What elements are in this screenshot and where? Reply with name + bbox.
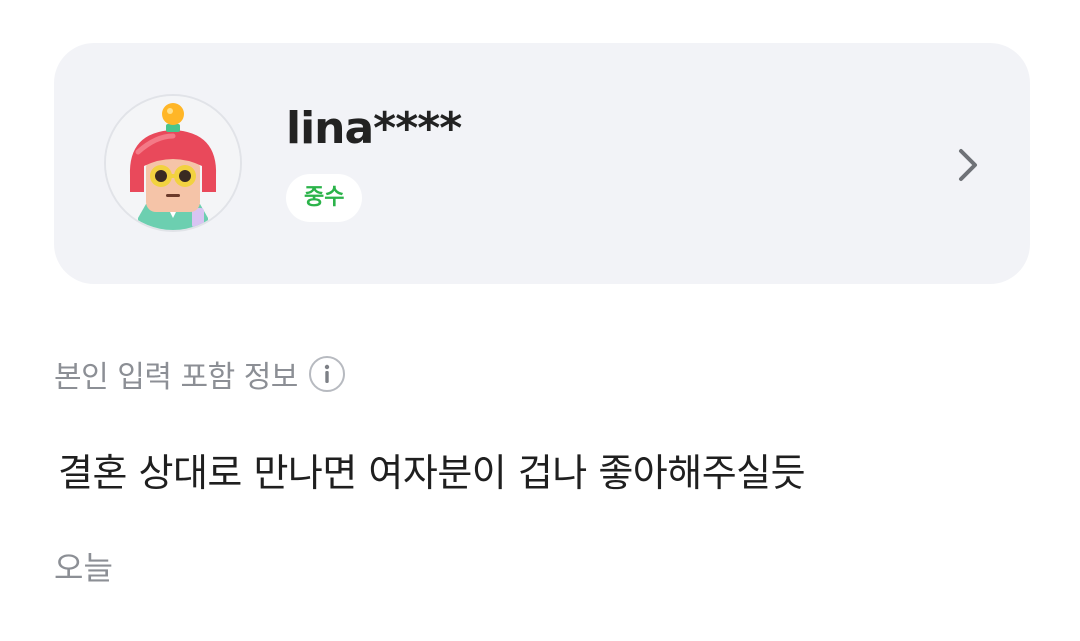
profile-card[interactable]: lina**** 중수 xyxy=(54,43,1030,284)
info-label: 본인 입력 포함 정보 xyxy=(54,360,298,395)
grade-badge: 중수 xyxy=(286,174,363,222)
username: lina**** xyxy=(286,103,462,154)
comment-text: 결혼 상대로 만나면 여자분이 겁나 좋아해주실듯 xyxy=(58,451,806,495)
comment-detail-page: lina**** 중수 본인 입력 포함 정보 결혼 상대로 만나면 여자분이 … xyxy=(0,0,1080,641)
info-icon[interactable] xyxy=(308,355,346,393)
comment-date: 오늘 xyxy=(54,549,113,587)
info-row: 본인 입력 포함 정보 xyxy=(54,352,346,396)
avatar[interactable] xyxy=(104,94,242,232)
character-avatar-icon xyxy=(106,96,240,230)
chevron-right-icon[interactable] xyxy=(954,145,982,185)
